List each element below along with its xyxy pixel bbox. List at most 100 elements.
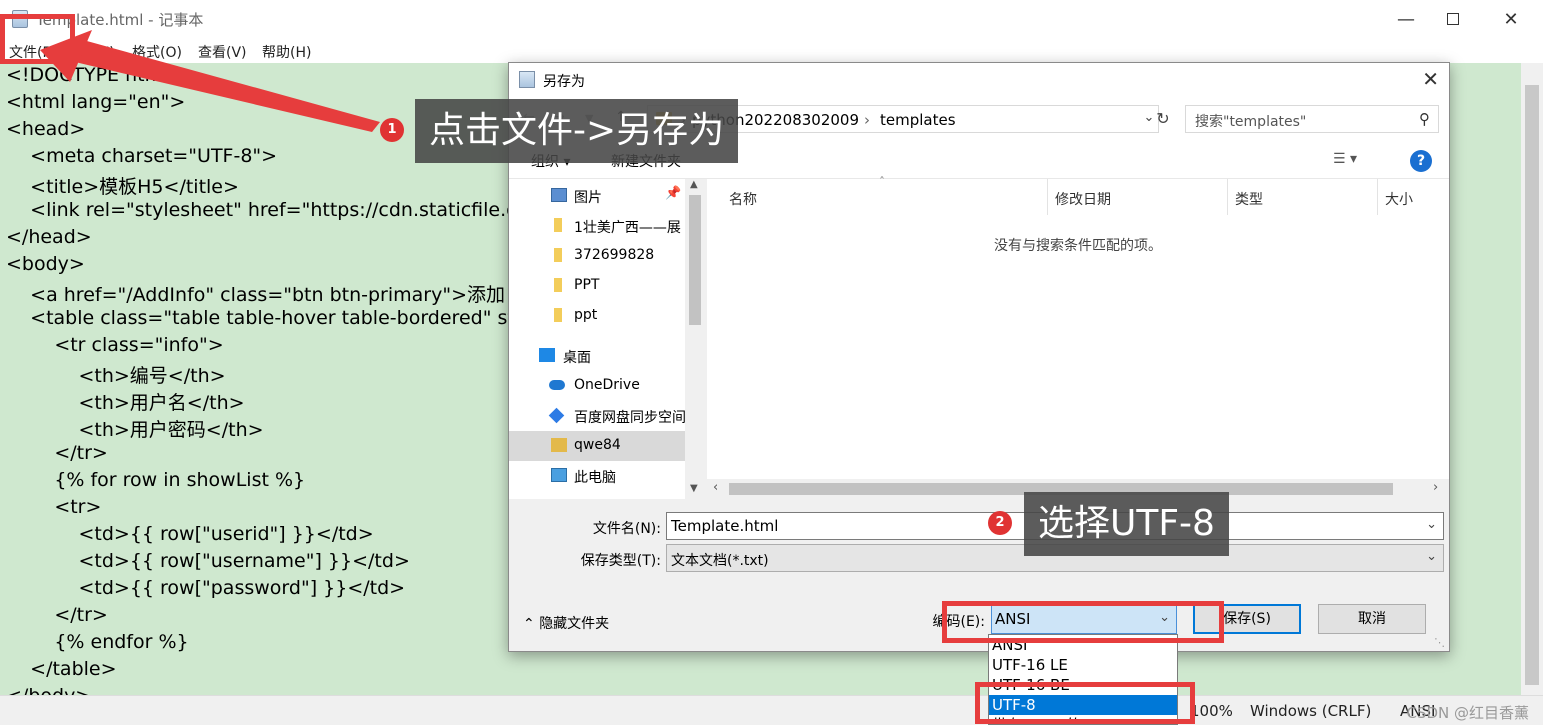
scroll-down-icon[interactable]: ▼	[690, 483, 698, 494]
file-list[interactable]: ˆ 名称 修改日期 类型 大小 没有与搜索条件匹配的项。 ‹ ›	[707, 175, 1449, 499]
step-badge: 2	[988, 511, 1012, 535]
search-icon: ⚲	[1419, 110, 1430, 128]
sidebar-item-label: 百度网盘同步空间	[574, 410, 686, 426]
menu-help[interactable]: 帮助(H)	[262, 42, 311, 62]
breadcrumb-chevron-icon: ›	[864, 111, 870, 129]
menu-view[interactable]: 查看(V)	[198, 42, 247, 62]
sidebar-item-label: 372699828	[574, 247, 655, 263]
sidebar-item-this-pc[interactable]: 此电脑	[509, 461, 685, 491]
scrollbar-thumb[interactable]	[689, 195, 701, 325]
column-divider[interactable]	[1047, 179, 1048, 215]
code-line: <td>{{ row["password"] }}</td>	[6, 577, 406, 599]
code-line: <table class="table table-hover table-bo…	[6, 307, 515, 329]
help-icon[interactable]: ?	[1410, 150, 1432, 172]
column-header-modified[interactable]: 修改日期	[1055, 189, 1111, 209]
sidebar-item-label: qwe84	[574, 437, 621, 453]
editor-vertical-scrollbar[interactable]	[1521, 63, 1543, 695]
resize-grip-icon[interactable]: ⋱	[1434, 636, 1445, 649]
close-icon: ✕	[1503, 8, 1519, 30]
computer-icon	[551, 468, 567, 482]
column-header-name[interactable]: 名称	[729, 189, 757, 209]
filename-value: Template.html	[671, 517, 779, 535]
notepad-menubar: 文件(F) 编辑(E) 格式(O) 查看(V) 帮助(H)	[0, 38, 1543, 63]
minimize-button[interactable]: —	[1383, 0, 1429, 38]
filetype-value: 文本文档(*.txt)	[671, 553, 769, 569]
maximize-icon	[1447, 13, 1459, 25]
sidebar-item-user[interactable]: qwe84	[509, 431, 685, 461]
sidebar-item-folder[interactable]: 1壮美广西——展	[509, 211, 685, 241]
empty-message: 没有与搜索条件匹配的项。	[994, 238, 1162, 254]
sidebar-item-pictures[interactable]: 图片 📌	[509, 181, 685, 211]
cloud-icon	[549, 380, 565, 390]
menu-format[interactable]: 格式(O)	[132, 42, 182, 62]
pin-icon: 📌	[665, 186, 682, 201]
code-line: <tr>	[6, 496, 102, 518]
sidebar-item-label: OneDrive	[574, 377, 640, 393]
watermark: CSDN @红目香薰	[1406, 704, 1529, 722]
sidebar-item-folder[interactable]: ppt	[509, 301, 685, 331]
highlight-box-encoding	[942, 601, 1224, 643]
status-zoom: 100%	[1190, 702, 1233, 720]
column-divider[interactable]	[1377, 179, 1378, 215]
hide-folders-toggle[interactable]: ⌃ 隐藏文件夹	[523, 613, 609, 633]
search-input[interactable]: 搜索"templates" ⚲	[1185, 105, 1439, 133]
notepad-titlebar: Template.html - 记事本 — ✕	[0, 0, 1543, 38]
encoding-option[interactable]: UTF-16 LE	[989, 655, 1177, 675]
sidebar-item-label: ppt	[574, 307, 598, 323]
breadcrumb-segment[interactable]: templates	[880, 111, 956, 129]
column-divider[interactable]	[1227, 179, 1228, 215]
scroll-right-icon[interactable]: ›	[1433, 480, 1438, 495]
sidebar-item-label: 1壮美广西——展	[574, 220, 681, 236]
sidebar-item-label: 此电脑	[574, 470, 616, 486]
user-folder-icon	[551, 438, 567, 452]
dialog-title: 另存为	[543, 74, 585, 90]
code-line: <tr class="info">	[6, 334, 224, 356]
code-line: </head>	[6, 226, 92, 248]
cancel-button[interactable]: 取消	[1318, 604, 1426, 634]
sidebar-item-folder[interactable]: 372699828	[509, 241, 685, 271]
navigation-pane: 图片 📌 1壮美广西——展 372699828 PPT ppt 桌面 OneDr…	[509, 179, 705, 499]
sidebar-item-onedrive[interactable]: OneDrive	[509, 371, 685, 401]
step-callout: 选择UTF-8	[1024, 492, 1229, 556]
view-options-icon[interactable]: ☰ ▾	[1333, 151, 1357, 167]
code-line: <th>用户名</th>	[6, 392, 245, 414]
sidebar-scrollbar[interactable]: ▲ ▼	[685, 179, 705, 499]
scroll-up-icon[interactable]: ▲	[690, 179, 698, 190]
refresh-icon[interactable]: ↻	[1151, 105, 1175, 133]
code-line: </body>	[6, 685, 91, 695]
column-header-size[interactable]: 大小	[1385, 189, 1413, 209]
folder-icon	[554, 308, 562, 322]
folder-icon	[554, 248, 562, 262]
close-button[interactable]: ✕	[1488, 0, 1534, 38]
code-line: </tr>	[6, 604, 108, 626]
code-line: <!DOCTYPE html>	[6, 64, 185, 86]
sort-caret-icon: ˆ	[879, 175, 885, 189]
status-line-ending: Windows (CRLF)	[1250, 702, 1372, 720]
code-line: <td>{{ row["userid"] }}</td>	[6, 523, 374, 545]
scrollbar-thumb[interactable]	[1525, 85, 1539, 685]
sidebar-item-desktop[interactable]: 桌面	[509, 341, 685, 371]
sidebar-item-baidu[interactable]: 百度网盘同步空间	[509, 401, 686, 431]
chevron-down-icon: ⌄	[1426, 549, 1437, 564]
code-line: <link rel="stylesheet" href="https://cdn…	[6, 199, 518, 221]
notepad-statusbar: 100% Windows (CRLF) ANSI CSDN @红目香薰	[0, 695, 1543, 725]
baidu-sync-icon	[548, 407, 565, 424]
code-line: <title>模板H5</title>	[6, 176, 239, 198]
sidebar-item-folder[interactable]: PPT	[509, 271, 685, 301]
sidebar-item-label: 桌面	[563, 350, 591, 366]
code-line: <html lang="en">	[6, 91, 186, 113]
folder-icon	[554, 278, 562, 292]
dialog-close-button[interactable]: ✕	[1422, 67, 1439, 91]
highlight-box-file-menu	[0, 14, 75, 64]
scroll-left-icon[interactable]: ‹	[713, 480, 718, 495]
column-header-type[interactable]: 类型	[1235, 189, 1263, 209]
desktop-icon	[539, 348, 555, 362]
code-line: <a href="/AddInfo" class="btn btn-primar…	[6, 284, 506, 306]
code-line: <th>编号</th>	[6, 365, 226, 387]
code-line: <th>用户密码</th>	[6, 419, 264, 441]
filename-label: 文件名(N):	[592, 521, 661, 537]
chevron-down-icon[interactable]: ⌄	[1426, 517, 1437, 532]
minimize-icon: —	[1397, 8, 1415, 30]
code-line: <body>	[6, 253, 85, 275]
maximize-button[interactable]	[1430, 0, 1476, 38]
